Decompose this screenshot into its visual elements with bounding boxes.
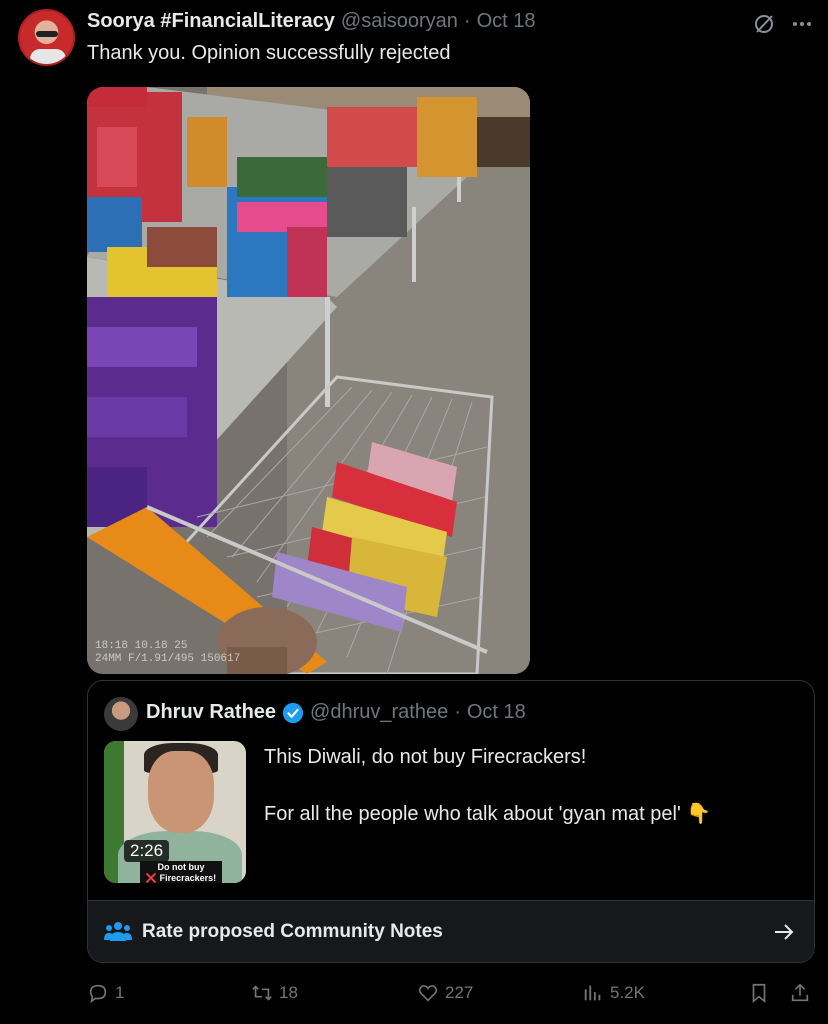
repost-button[interactable]: 18 [251,982,298,1004]
quoted-author-name[interactable]: Dhruv Rathee [146,701,276,724]
quoted-post-text: This Diwali, do not buy Firecrackers! Fo… [264,743,794,857]
arrow-right-icon[interactable] [772,920,796,944]
video-caption-line2: ❌ Firecrackers! ❌ [145,873,217,883]
views-button[interactable]: 5.2K [582,982,645,1004]
views-count: 5.2K [610,983,645,1002]
video-caption: Do not buy ❌ Firecrackers! ❌ [140,861,222,883]
author-name[interactable]: Soorya #FinancialLiteracy [87,10,335,33]
like-button[interactable]: 227 [417,982,473,1004]
community-notes-bar[interactable]: Rate proposed Community Notes [88,900,814,962]
community-notes-label[interactable]: Rate proposed Community Notes [142,921,443,943]
video-duration-badge: 2:26 [124,840,170,862]
quoted-post-header: Dhruv Rathee @dhruv_rathee · Oct 18 [146,701,526,724]
grok-icon[interactable] [752,12,776,36]
reply-button[interactable]: 1 [87,982,124,1004]
thumbnail-person-face [148,751,214,833]
reply-icon [89,984,107,1004]
community-people-icon [104,922,132,941]
photo-timestamp-line2: 24MM F/1.91/495 150617 [95,653,241,665]
quoted-post-date[interactable]: Oct 18 [467,701,526,724]
post-text: Thank you. Opinion successfully rejected [87,42,451,64]
heart-icon [418,985,438,1002]
video-caption-line1: Do not buy [157,862,205,872]
share-button[interactable] [789,982,811,1004]
author-handle[interactable]: @saisooryan [341,10,458,33]
bookmark-button[interactable] [748,982,770,1004]
author-avatar[interactable] [18,9,75,66]
photo-timestamp: 18:18 10.18 25 24MM F/1.91/495 150617 [95,640,240,666]
post-date[interactable]: Oct 18 [477,10,536,33]
bookmark-icon [752,983,766,1004]
separator-dot: · [463,10,471,32]
post-photo[interactable]: 18:18 10.18 25 24MM F/1.91/495 150617 [87,87,530,674]
like-count: 227 [445,983,474,1002]
repost-icon [252,985,272,1001]
more-options-icon[interactable] [790,12,814,36]
photo-timestamp-line1: 18:18 10.18 25 [95,640,188,652]
quoted-text-line1: This Diwali, do not buy Firecrackers! [264,746,587,768]
avatar-glasses [36,31,58,37]
post-actions-bar: 1 18 227 5.2K [87,982,815,1010]
quoted-text-line2: For all the people who talk about 'gyan … [264,803,712,825]
repost-count: 18 [279,983,298,1002]
quoted-author-avatar[interactable] [104,697,138,731]
photo-illustration [87,87,530,674]
quoted-post[interactable]: Dhruv Rathee @dhruv_rathee · Oct 18 2:26… [87,680,815,963]
quoted-author-handle[interactable]: @dhruv_rathee [310,701,448,724]
verified-badge-icon [282,702,304,723]
quoted-separator-dot: · [454,701,461,723]
avatar-shirt [30,49,66,64]
post-header: Soorya #FinancialLiteracy @saisooryan · … [87,10,536,33]
reply-count: 1 [115,983,125,1002]
analytics-icon [584,985,601,1001]
quoted-video-thumbnail[interactable]: 2:26 Do not buy ❌ Firecrackers! ❌ [104,741,246,883]
share-icon [791,983,809,1002]
